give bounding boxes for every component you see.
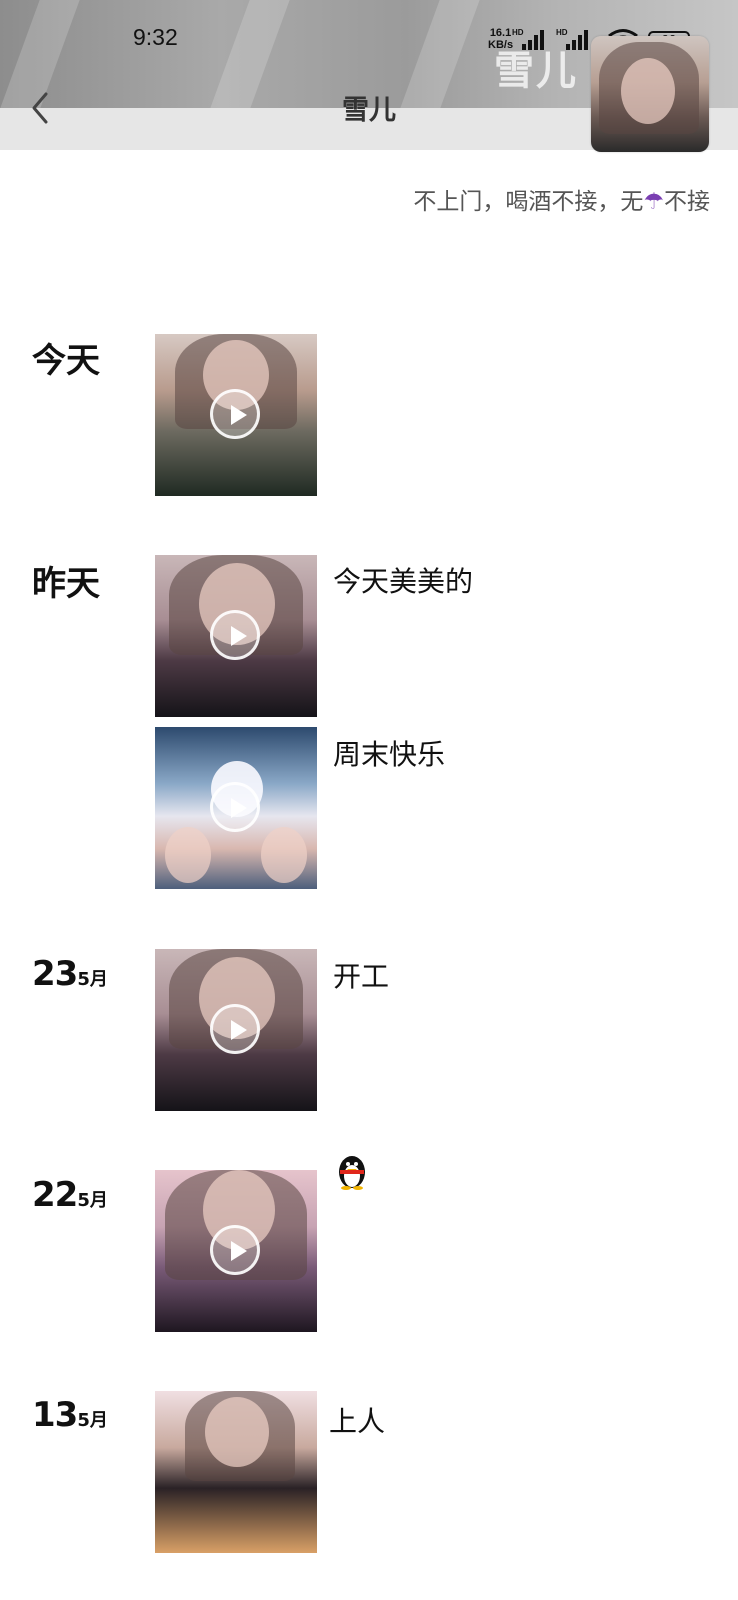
signature-text: 不上门，喝酒不接，无	[413, 189, 644, 215]
post-caption: 周末快乐	[333, 738, 446, 771]
date-label-today: 今天	[32, 341, 100, 381]
svg-text:HD: HD	[556, 28, 568, 37]
penguin-emoji-icon	[339, 1156, 365, 1190]
video-thumbnail[interactable]	[155, 334, 317, 496]
profile-signature: 不上门，喝酒不接，无☂不接	[413, 182, 710, 216]
video-thumbnail[interactable]	[155, 949, 317, 1111]
date-label-23: 235月	[32, 954, 108, 994]
play-icon	[210, 1004, 260, 1054]
signature-tail: 不接	[664, 189, 710, 215]
umbrella-emoji-icon: ☂	[643, 189, 664, 215]
play-icon	[210, 610, 260, 660]
photo-thumbnail[interactable]	[155, 1391, 317, 1553]
signal-icon: HD	[556, 28, 588, 50]
post-caption: 上人	[329, 1405, 386, 1438]
date-label-13: 135月	[32, 1395, 108, 1435]
post-caption: 开工	[333, 960, 390, 993]
video-thumbnail[interactable]	[155, 1170, 317, 1332]
status-time: 9:32	[133, 24, 178, 50]
date-label-22: 225月	[32, 1175, 108, 1215]
play-icon	[210, 782, 260, 832]
play-icon	[210, 389, 260, 439]
svg-text:HD: HD	[512, 28, 524, 37]
video-thumbnail[interactable]	[155, 727, 317, 889]
signal-icon: HD	[512, 28, 544, 50]
moments-page: 雪儿 9:32 16.1 KB/s HD HD 90	[0, 0, 738, 1600]
date-label-yesterday: 昨天	[32, 564, 100, 604]
play-icon	[210, 1225, 260, 1275]
avatar[interactable]	[591, 36, 709, 152]
video-thumbnail[interactable]	[155, 555, 317, 717]
post-caption: 今天美美的	[333, 565, 474, 598]
